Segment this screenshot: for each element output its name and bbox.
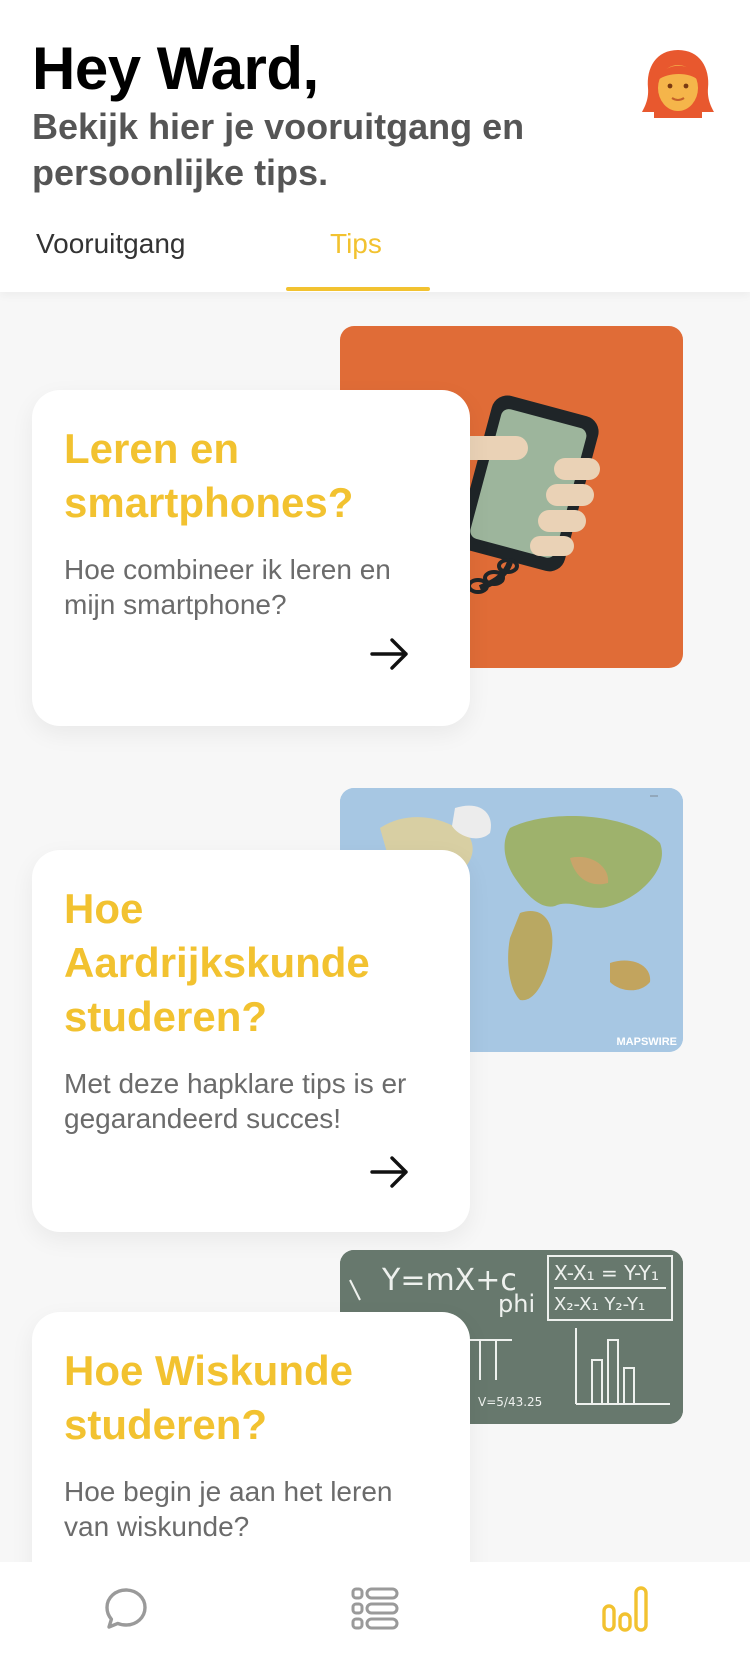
arrow-right-icon[interactable] [370, 1154, 410, 1190]
tip-description: Met deze hapklare tips is er gegarandeer… [64, 1068, 407, 1134]
chat-bubble-icon[interactable] [101, 1584, 151, 1634]
chalk-eq-2: phi [498, 1290, 535, 1318]
tip-description: Hoe combineer ik leren en mijn smartphon… [64, 554, 391, 620]
tip-title: Hoe Wiskunde studeren? [64, 1347, 353, 1448]
map-caption: MAPSWIRE [616, 1036, 678, 1048]
tab-tips[interactable]: Tips [330, 228, 382, 260]
chalk-eq-4: X₂-X₁ Y₂-Y₁ [554, 1294, 645, 1315]
header: Hey Ward, Bekijk hier je vooruitgang en … [0, 0, 750, 292]
tip-card[interactable]: Hoe Wiskunde studeren? Hoe begin je aan … [32, 1312, 470, 1562]
chalk-eq-1: Y=mX+c [381, 1263, 517, 1298]
chalk-eq-3: X-X₁ = Y-Y₁ [554, 1261, 659, 1285]
bottom-navigation [0, 1562, 750, 1662]
tip-title: Hoe Aardrijkskunde studeren? [64, 885, 370, 1040]
tab-vooruitgang[interactable]: Vooruitgang [36, 228, 185, 260]
active-tab-indicator [286, 287, 430, 291]
greeting-title: Hey Ward, [32, 35, 319, 102]
tip-card[interactable]: Leren en smartphones? Hoe combineer ik l… [32, 390, 470, 726]
list-icon[interactable] [350, 1584, 400, 1634]
tip-card[interactable]: Hoe Aardrijkskunde studeren? Met deze ha… [32, 850, 470, 1232]
user-avatar-icon[interactable] [640, 46, 716, 118]
stats-bar-icon[interactable] [600, 1584, 650, 1634]
chalk-eq-5: V=5/43.25 [478, 1395, 542, 1409]
tips-list[interactable]: Leren en smartphones? Hoe combineer ik l… [0, 292, 750, 1562]
tip-description: Hoe begin je aan het leren van wiskunde? [64, 1476, 393, 1542]
greeting-subtitle: Bekijk hier je vooruitgang en persoonlij… [32, 106, 525, 193]
tip-title: Leren en smartphones? [64, 425, 354, 526]
arrow-right-icon[interactable] [370, 636, 410, 672]
